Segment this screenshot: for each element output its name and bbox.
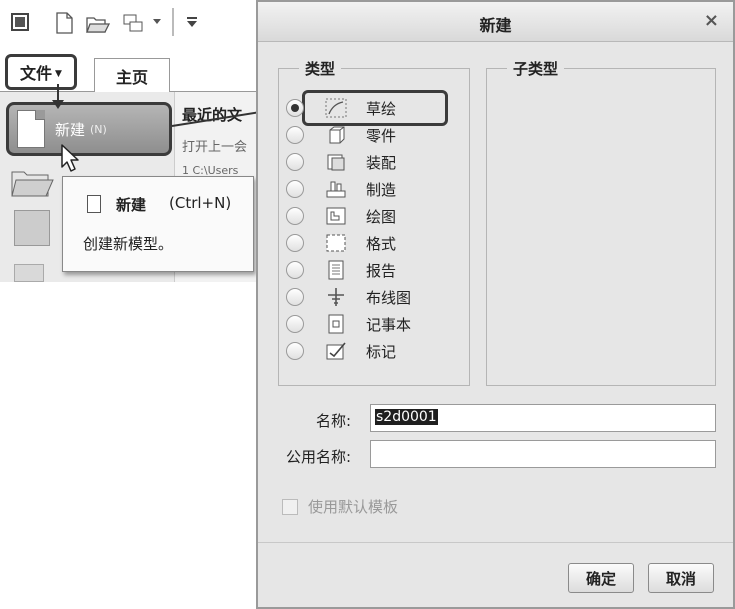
markup-icon — [324, 341, 348, 361]
type-radio-markup[interactable] — [286, 342, 304, 360]
type-radio-report[interactable] — [286, 261, 304, 279]
type-option-format[interactable]: 格式 — [286, 231, 396, 255]
type-label-sketch: 草绘 — [366, 99, 397, 118]
type-option-sketch[interactable]: 草绘 — [286, 96, 396, 120]
dialog-title: 新建 — [479, 16, 512, 35]
type-option-notebook[interactable]: 记事本 — [286, 312, 411, 336]
type-label-drawing: 绘图 — [366, 207, 397, 226]
type-option-manufacturing[interactable]: 制造 — [286, 177, 396, 201]
name-input-value: s2d0001 — [375, 409, 438, 425]
name-input[interactable]: s2d0001 — [370, 404, 716, 432]
new-dialog: 新建 × 类型 子类型 草绘 零件 装配 制造 绘图 格式 报告 布线图 记事本… — [256, 0, 735, 609]
type-label-format: 格式 — [366, 234, 397, 253]
type-radio-diagram[interactable] — [286, 288, 304, 306]
type-label-report: 报告 — [366, 261, 397, 280]
close-icon[interactable]: × — [704, 10, 719, 31]
type-label-notebook: 记事本 — [366, 315, 412, 334]
name-label: 名称: — [315, 412, 351, 430]
type-radio-drawing[interactable] — [286, 207, 304, 225]
cancel-button[interactable]: 取消 — [648, 563, 714, 593]
diagram-icon — [324, 287, 348, 307]
subtype-group: 子类型 — [486, 58, 716, 386]
type-label-assembly: 装配 — [366, 153, 397, 172]
type-radio-manufacturing[interactable] — [286, 180, 304, 198]
type-radio-format[interactable] — [286, 234, 304, 252]
drawing-icon — [324, 206, 348, 226]
part-icon — [324, 125, 348, 145]
dialog-button-bar: 确定 取消 — [258, 542, 733, 607]
type-group-label: 类型 — [299, 58, 342, 79]
type-label-manufacturing: 制造 — [366, 180, 397, 199]
type-label-diagram: 布线图 — [366, 288, 412, 307]
use-default-template-label: 使用默认模板 — [308, 498, 399, 516]
subtype-group-label: 子类型 — [507, 58, 565, 79]
use-default-template-option: 使用默认模板 — [282, 496, 398, 517]
type-option-drawing[interactable]: 绘图 — [286, 204, 396, 228]
use-default-template-checkbox[interactable] — [282, 498, 298, 515]
type-option-markup[interactable]: 标记 — [286, 339, 396, 363]
type-option-diagram[interactable]: 布线图 — [286, 285, 411, 309]
manufacturing-icon — [324, 179, 348, 199]
assembly-icon — [324, 152, 348, 172]
dialog-titlebar[interactable]: 新建 × — [258, 2, 733, 42]
type-radio-sketch[interactable] — [286, 99, 304, 117]
type-option-report[interactable]: 报告 — [286, 258, 396, 282]
type-label-markup: 标记 — [366, 342, 397, 361]
report-icon — [324, 260, 348, 280]
format-icon — [324, 233, 348, 253]
type-label-part: 零件 — [366, 126, 397, 145]
type-radio-part[interactable] — [286, 126, 304, 144]
type-radio-notebook[interactable] — [286, 315, 304, 333]
ok-button[interactable]: 确定 — [568, 563, 634, 593]
notebook-icon — [324, 314, 348, 334]
type-option-part[interactable]: 零件 — [286, 123, 396, 147]
common-name-input[interactable] — [370, 440, 716, 468]
type-option-assembly[interactable]: 装配 — [286, 150, 396, 174]
sketch-icon — [324, 98, 348, 118]
common-name-label: 公用名称: — [285, 448, 351, 466]
type-radio-assembly[interactable] — [286, 153, 304, 171]
